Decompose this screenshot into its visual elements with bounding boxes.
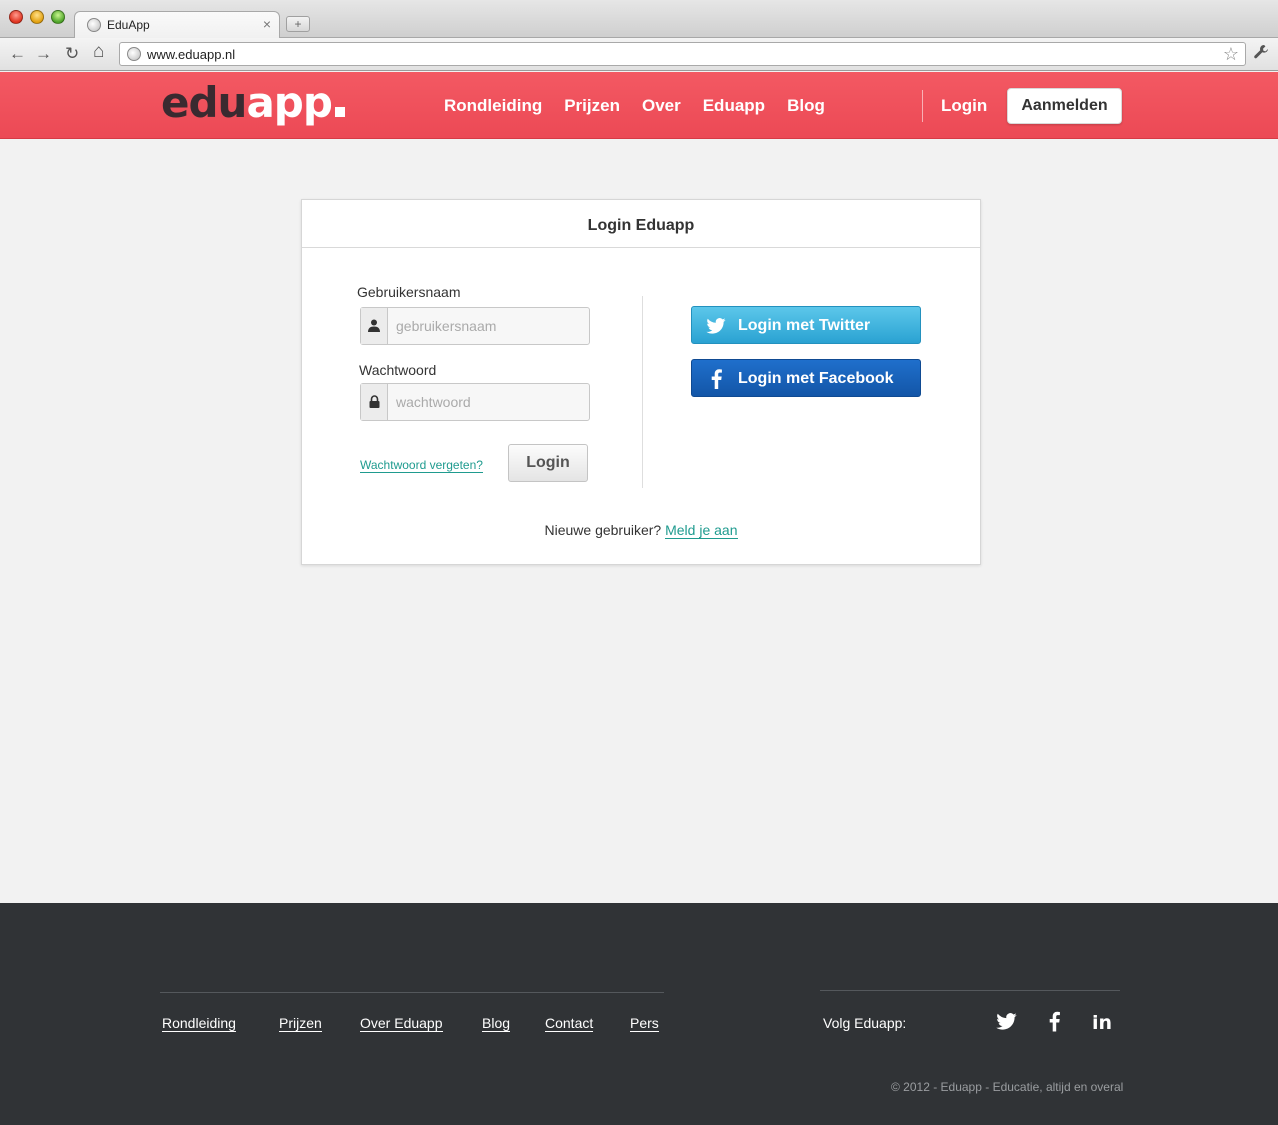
back-icon[interactable]: ←	[9, 44, 26, 64]
home-icon[interactable]: ⌂	[93, 42, 104, 62]
new-user-row: Nieuwe gebruiker? Meld je aan	[302, 522, 980, 539]
twitter-icon[interactable]	[996, 1013, 1017, 1035]
login-button[interactable]: Login	[508, 444, 588, 482]
forward-icon[interactable]: →	[35, 44, 52, 64]
signup-button[interactable]: Aanmelden	[1007, 88, 1122, 124]
close-window-button[interactable]	[9, 10, 23, 24]
browser-toolbar: ← → ↻ ⌂ www.eduapp.nl ☆	[0, 38, 1278, 71]
password-label: Wachtwoord	[359, 362, 437, 378]
username-input[interactable]	[388, 308, 589, 344]
footer-link-over-eduapp[interactable]: Over Eduapp	[360, 1015, 443, 1032]
card-title: Login Eduapp	[302, 200, 980, 248]
wrench-icon[interactable]	[1253, 44, 1269, 65]
zoom-window-button[interactable]	[51, 10, 65, 24]
browser-tab[interactable]: EduApp ×	[74, 11, 280, 39]
site-header: eduapp Rondleiding Prijzen Over Eduapp B…	[0, 72, 1278, 139]
follow-label: Volg Eduapp:	[823, 1015, 907, 1031]
facebook-icon	[706, 360, 726, 398]
nav-over[interactable]: Over	[642, 96, 681, 116]
url-text[interactable]: www.eduapp.nl	[147, 47, 235, 62]
twitter-icon	[706, 307, 726, 345]
globe-icon	[127, 47, 141, 61]
nav-rondleiding[interactable]: Rondleiding	[444, 96, 542, 116]
address-bar[interactable]: www.eduapp.nl ☆	[119, 42, 1246, 66]
footer-link-blog[interactable]: Blog	[482, 1015, 511, 1032]
twitter-login-label: Login met Twitter	[738, 317, 871, 334]
signup-link[interactable]: Meld je aan	[665, 522, 738, 539]
browser-titlebar: EduApp × +	[0, 0, 1278, 39]
reload-icon[interactable]: ↻	[65, 44, 79, 64]
nav-prijzen[interactable]: Prijzen	[564, 96, 620, 116]
new-user-text: Nieuwe gebruiker?	[544, 522, 662, 538]
eduapp-logo[interactable]: eduapp	[161, 78, 345, 128]
forgot-password-link[interactable]: Wachtwoord vergeten?	[360, 458, 483, 473]
lock-icon	[361, 384, 388, 420]
facebook-icon[interactable]	[1049, 1011, 1060, 1037]
minimize-window-button[interactable]	[30, 10, 44, 24]
nav-eduapp[interactable]: Eduapp	[703, 96, 765, 116]
twitter-login-button[interactable]: Login met Twitter	[691, 306, 921, 344]
facebook-login-button[interactable]: Login met Facebook	[691, 359, 921, 397]
linkedin-icon[interactable]: in	[1092, 1012, 1112, 1034]
copyright: © 2012 - Eduapp - Educatie, altijd en ov…	[891, 1080, 1124, 1094]
card-divider	[642, 296, 643, 488]
new-tab-button[interactable]: +	[286, 16, 310, 32]
main-nav: Rondleiding Prijzen Over Eduapp Blog	[444, 96, 825, 116]
nav-blog[interactable]: Blog	[787, 96, 825, 116]
login-card: Login Eduapp Gebruikersnaam Wachtwoord W…	[301, 199, 981, 565]
username-label: Gebruikersnaam	[357, 284, 461, 300]
globe-icon	[87, 18, 101, 32]
footer-link-prijzen[interactable]: Prijzen	[279, 1015, 322, 1032]
username-field	[360, 307, 590, 345]
close-tab-icon[interactable]: ×	[263, 16, 271, 32]
footer: Rondleiding Prijzen Over Eduapp Blog Con…	[0, 903, 1278, 1125]
password-input[interactable]	[388, 384, 589, 420]
footer-divider	[160, 992, 664, 993]
header-divider	[922, 90, 923, 122]
facebook-login-label: Login met Facebook	[738, 370, 894, 387]
password-field	[360, 383, 590, 421]
header-login-link[interactable]: Login	[941, 96, 987, 116]
footer-link-pers[interactable]: Pers	[630, 1015, 659, 1032]
footer-link-rondleiding[interactable]: Rondleiding	[162, 1015, 236, 1032]
tab-title: EduApp	[107, 18, 150, 32]
user-icon	[361, 308, 388, 344]
footer-divider	[820, 990, 1120, 991]
footer-link-contact[interactable]: Contact	[545, 1015, 594, 1032]
bookmark-star-icon[interactable]: ☆	[1223, 44, 1239, 65]
